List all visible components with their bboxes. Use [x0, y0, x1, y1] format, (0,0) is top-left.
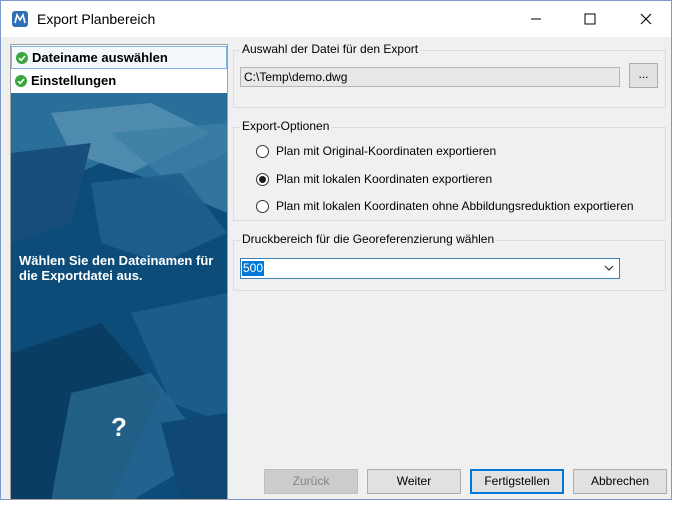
close-button[interactable] [623, 1, 669, 37]
file-path-field[interactable]: C:\Temp\demo.dwg [240, 67, 620, 87]
chevron-down-icon[interactable] [604, 265, 614, 272]
radio-local-no-reduction[interactable]: Plan mit lokalen Koordinaten ohne Abbild… [256, 198, 634, 214]
file-group-title: Auswahl der Datei für den Export [240, 42, 421, 56]
minimize-button[interactable] [513, 1, 559, 37]
radio-label: Plan mit lokalen Koordinaten exportieren [276, 172, 493, 186]
radio-circle[interactable] [256, 144, 269, 158]
check-circle-icon [15, 74, 27, 87]
help-icon[interactable]: ? [111, 412, 127, 443]
export-dialog: Export Planbereich Dateiname auswählen E… [0, 0, 672, 500]
panel-message: Wählen Sie den Dateinamen für die Export… [19, 253, 214, 283]
radio-original-coordinates[interactable]: Plan mit Original-Koordinaten exportiere… [256, 143, 496, 159]
radio-local-coordinates[interactable]: Plan mit lokalen Koordinaten exportieren [256, 171, 492, 187]
radio-label: Plan mit lokalen Koordinaten ohne Abbild… [276, 199, 634, 213]
maximize-icon [584, 13, 596, 25]
minimize-icon [531, 18, 541, 20]
step-label: Dateiname auswählen [32, 50, 168, 65]
finish-button[interactable]: Fertigstellen [470, 469, 564, 494]
check-circle-icon [16, 51, 28, 64]
maximize-button[interactable] [567, 1, 613, 37]
print-area-value: 500 [242, 261, 265, 276]
window-title: Export Planbereich [37, 11, 156, 27]
wizard-sidebar: Dateiname auswählen Einstellungen Wählen [10, 44, 228, 500]
step-label: Einstellungen [31, 73, 117, 88]
app-logo-icon [11, 10, 29, 28]
step-list: Dateiname auswählen Einstellungen [11, 45, 227, 93]
radio-circle[interactable] [256, 199, 269, 213]
next-button[interactable]: Weiter [367, 469, 461, 494]
cancel-button[interactable]: Abbrechen [573, 469, 667, 494]
browse-button[interactable]: ... [629, 63, 658, 88]
close-icon [640, 13, 652, 25]
radio-label: Plan mit Original-Koordinaten exportiere… [276, 144, 497, 158]
title-bar: Export Planbereich [1, 1, 671, 37]
back-button[interactable]: Zurück [264, 469, 358, 494]
print-area-title: Druckbereich für die Georeferenzierung w… [240, 232, 497, 246]
radio-circle[interactable] [256, 172, 269, 186]
step-einstellungen[interactable]: Einstellungen [11, 69, 227, 92]
print-area-select[interactable]: 500 [240, 258, 620, 279]
export-options-title: Export-Optionen [240, 119, 332, 133]
step-dateiname[interactable]: Dateiname auswählen [11, 46, 227, 69]
